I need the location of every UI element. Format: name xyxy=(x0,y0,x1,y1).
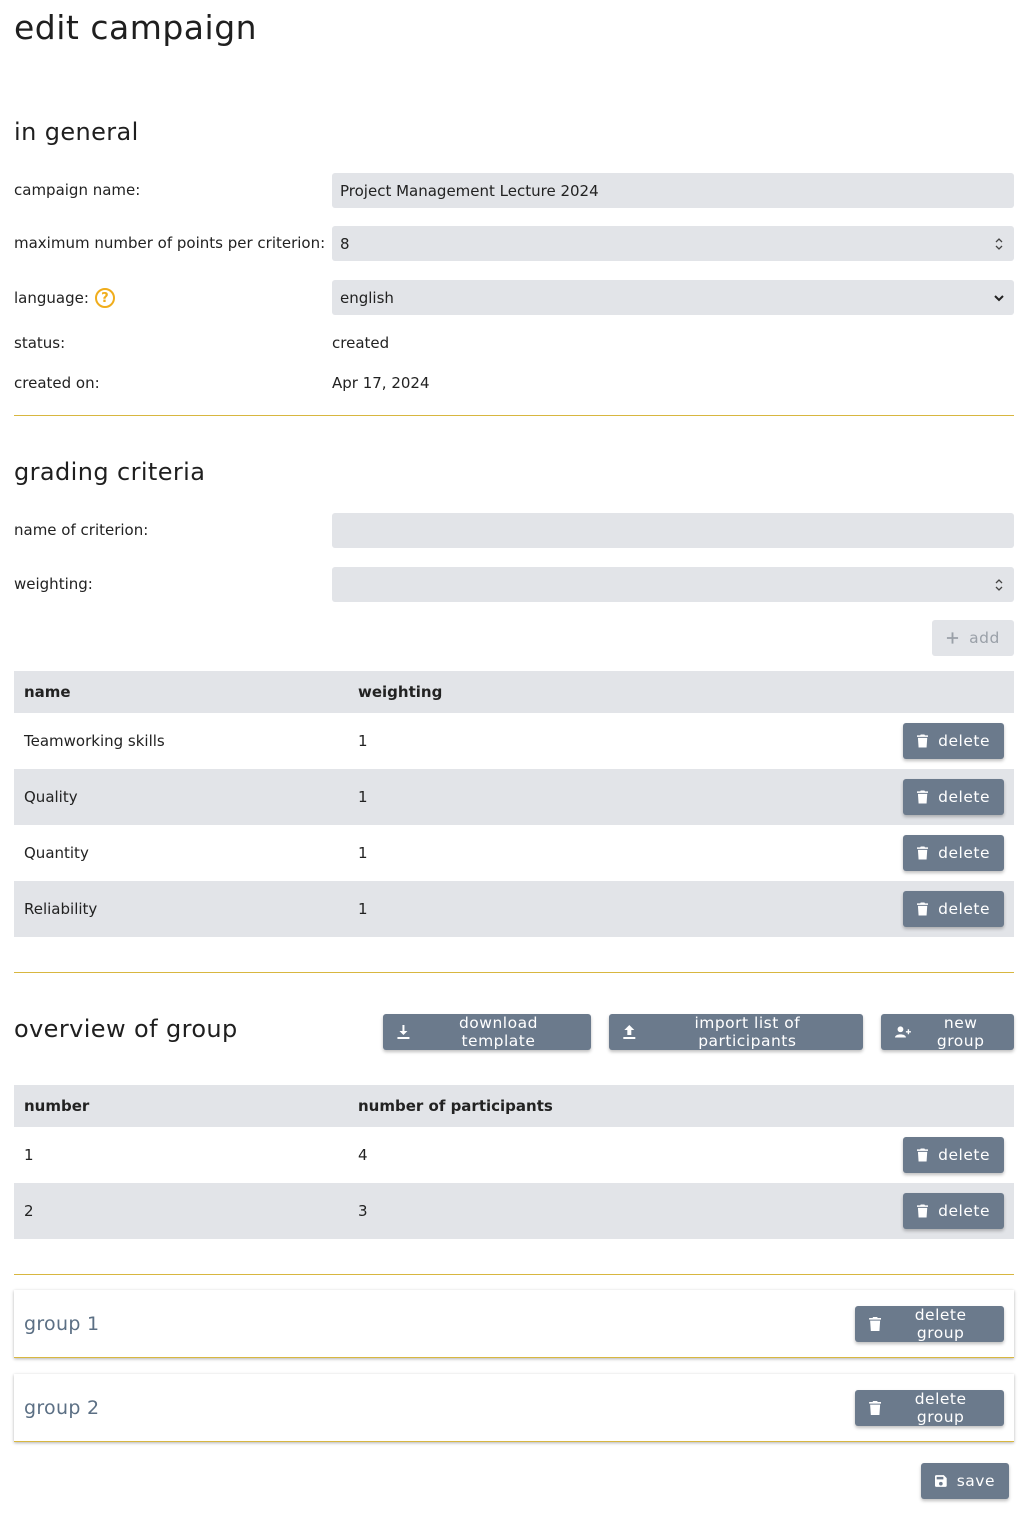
table-row: Quantity 1 delete xyxy=(14,825,1014,881)
new-group-button[interactable]: new group xyxy=(881,1014,1014,1050)
table-header: number number of participants xyxy=(14,1085,1014,1127)
download-icon xyxy=(397,1025,410,1039)
language-label: language: ? xyxy=(14,287,115,309)
weighting-label: weighting: xyxy=(14,575,93,593)
table-row: 2 3 delete xyxy=(14,1183,1014,1239)
column-header-number: number xyxy=(24,1097,90,1115)
table-row: 1 4 delete xyxy=(14,1127,1014,1183)
section-divider xyxy=(14,1274,1014,1275)
column-header-weighting: weighting xyxy=(358,683,443,701)
status-value: created xyxy=(332,334,390,352)
column-header-participants: number of participants xyxy=(358,1097,553,1115)
delete-group-button[interactable]: delete group xyxy=(855,1390,1004,1426)
section-heading-criteria: grading criteria xyxy=(14,458,206,486)
help-icon[interactable]: ? xyxy=(94,288,115,308)
table-row: Quality 1 delete xyxy=(14,769,1014,825)
import-participants-button[interactable]: import list of participants xyxy=(609,1014,863,1050)
delete-criterion-button[interactable]: delete xyxy=(903,891,1004,927)
groups-table: number number of participants 1 4 delete… xyxy=(14,1085,1014,1239)
number-spinner-icon[interactable] xyxy=(992,234,1006,254)
section-heading-groups: overview of group xyxy=(14,1015,238,1043)
campaign-name-label: campaign name: xyxy=(14,181,141,199)
chevron-down-icon xyxy=(994,294,1004,301)
criterion-name-label: name of criterion: xyxy=(14,521,149,539)
trash-icon xyxy=(917,790,929,804)
delete-group-row-button[interactable]: delete xyxy=(903,1193,1004,1229)
delete-group-row-button[interactable]: delete xyxy=(903,1137,1004,1173)
save-icon xyxy=(935,1475,947,1487)
column-header-name: name xyxy=(24,683,71,701)
criterion-name-input[interactable] xyxy=(332,513,1014,548)
download-template-button[interactable]: download template xyxy=(383,1014,591,1050)
trash-icon xyxy=(917,902,929,916)
delete-criterion-button[interactable]: delete xyxy=(903,779,1004,815)
trash-icon xyxy=(917,734,929,748)
status-label: status: xyxy=(14,334,66,352)
section-divider xyxy=(14,972,1014,973)
trash-icon xyxy=(869,1317,882,1331)
table-row: Reliability 1 delete xyxy=(14,881,1014,937)
trash-icon xyxy=(917,1148,929,1162)
trash-icon xyxy=(917,1204,929,1218)
delete-criterion-button[interactable]: delete xyxy=(903,723,1004,759)
criteria-table: name weighting Teamworking skills 1 dele… xyxy=(14,671,1014,937)
user-plus-icon xyxy=(895,1026,911,1038)
section-heading-general: in general xyxy=(14,118,139,146)
group-card-1[interactable]: group 1 delete group xyxy=(14,1290,1014,1358)
page-title: edit campaign xyxy=(14,8,258,47)
trash-icon xyxy=(917,846,929,860)
max-points-input[interactable]: 8 xyxy=(332,226,1014,261)
upload-icon xyxy=(623,1025,636,1039)
table-header: name weighting xyxy=(14,671,1014,713)
group-card-2[interactable]: group 2 delete group xyxy=(14,1374,1014,1442)
group-card-title: group 1 xyxy=(24,1312,100,1335)
language-select[interactable]: english xyxy=(332,280,1014,315)
save-button[interactable]: save xyxy=(921,1463,1009,1499)
plus-icon xyxy=(947,632,959,644)
max-points-label: maximum number of points per criterion: xyxy=(14,234,326,252)
weighting-input[interactable] xyxy=(332,567,1014,602)
table-row: Teamworking skills 1 delete xyxy=(14,713,1014,769)
created-on-value: Apr 17, 2024 xyxy=(332,374,430,392)
delete-group-button[interactable]: delete group xyxy=(855,1306,1004,1342)
delete-criterion-button[interactable]: delete xyxy=(903,835,1004,871)
created-on-label: created on: xyxy=(14,374,100,392)
add-criterion-button[interactable]: add xyxy=(932,620,1014,656)
group-card-title: group 2 xyxy=(24,1396,100,1419)
number-spinner-icon[interactable] xyxy=(992,575,1006,595)
section-divider xyxy=(14,415,1014,416)
campaign-name-input[interactable]: Project Management Lecture 2024 xyxy=(332,173,1014,208)
trash-icon xyxy=(869,1401,882,1415)
